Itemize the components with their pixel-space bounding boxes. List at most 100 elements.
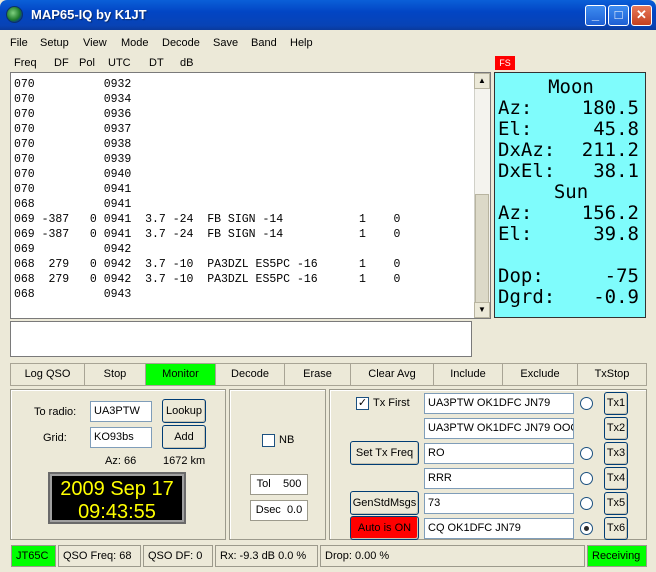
sun-heading: Sun <box>553 181 589 203</box>
menu-decode[interactable]: Decode <box>162 37 200 49</box>
moon-dxel-label: DxEl: <box>498 160 556 182</box>
menu-view[interactable]: View <box>83 37 107 49</box>
moon-dxaz-value: 211.2 <box>581 139 639 161</box>
dsec-value: 0.0 <box>286 504 303 516</box>
status-mode: JT65C <box>11 545 56 567</box>
tx3-button[interactable]: Tx3 <box>604 442 628 465</box>
status-drop: Drop: 0.00 % <box>320 545 585 567</box>
decoded-line: 070 0941 <box>14 183 132 196</box>
tol-value: 500 <box>282 478 302 490</box>
txstop-button[interactable]: TxStop <box>577 363 647 386</box>
tx1-message-input[interactable]: UA3PTW OK1DFC JN79 <box>424 393 574 414</box>
scroll-up-arrow-icon[interactable]: ▲ <box>474 73 490 89</box>
moon-heading: Moon <box>548 76 594 98</box>
tx5-message-input[interactable]: 73 <box>424 493 574 514</box>
to-radio-input[interactable]: UA3PTW <box>90 401 152 422</box>
maximize-button[interactable]: □ <box>608 5 629 26</box>
moon-el-value: 45.8 <box>593 118 639 140</box>
tx1-button[interactable]: Tx1 <box>604 392 628 415</box>
monitor-button[interactable]: Monitor <box>145 363 216 386</box>
scroll-down-arrow-icon[interactable]: ▼ <box>474 302 490 318</box>
tx2-message-input[interactable]: UA3PTW OK1DFC JN79 OOO <box>424 418 574 439</box>
tx3-radio[interactable] <box>580 447 593 460</box>
distance-readout: 1672 km <box>163 455 206 467</box>
log-qso-button[interactable]: Log QSO <box>10 363 85 386</box>
decoded-line: 070 0936 <box>14 108 132 121</box>
moon-az-label: Az: <box>498 97 533 119</box>
tx6-button[interactable]: Tx6 <box>604 517 628 540</box>
gen-std-msgs-button[interactable]: GenStdMsgs <box>350 491 419 515</box>
dsec-field[interactable]: Dsec 0.0 <box>250 500 308 521</box>
col-header-df: DF <box>54 57 69 69</box>
tx4-button[interactable]: Tx4 <box>604 467 628 490</box>
status-qso-freq: QSO Freq: 68 <box>58 545 141 567</box>
tx5-button[interactable]: Tx5 <box>604 492 628 515</box>
lookup-button[interactable]: Lookup <box>162 399 206 423</box>
clock-date: 2009 Sep 17 <box>60 478 174 500</box>
col-header-utc: UTC <box>108 57 131 69</box>
decoded-line: 070 0940 <box>14 168 132 181</box>
status-qso-df: QSO DF: 0 <box>143 545 213 567</box>
menu-file[interactable]: File <box>10 37 28 49</box>
tol-label: Tol <box>256 478 271 490</box>
tx4-radio[interactable] <box>580 472 593 485</box>
tx6-radio[interactable] <box>580 522 593 535</box>
sun-el-value: 39.8 <box>593 223 639 245</box>
moon-dxaz-label: DxAz: <box>498 139 556 161</box>
nb-checkbox[interactable] <box>262 434 275 447</box>
include-button[interactable]: Include <box>433 363 503 386</box>
tx6-message-input[interactable]: CQ OK1DFC JN79 <box>424 518 574 539</box>
status-rx: Rx: -9.3 dB 0.0 % <box>215 545 318 567</box>
decoded-line: 069 -387 0 0941 3.7 -24 FB SIGN -14 1 0 <box>14 228 401 241</box>
utc-clock-display: 2009 Sep 17 09:43:55 <box>48 472 186 524</box>
menu-help[interactable]: Help <box>290 37 313 49</box>
col-header-db: dB <box>180 57 194 69</box>
exclude-button[interactable]: Exclude <box>502 363 578 386</box>
moon-dxel-value: 38.1 <box>593 160 639 182</box>
erase-button[interactable]: Erase <box>284 363 351 386</box>
dsec-label: Dsec <box>255 504 281 516</box>
tx2-button[interactable]: Tx2 <box>604 417 628 440</box>
tol-field[interactable]: Tol 500 <box>250 474 308 495</box>
tx3-message-input[interactable]: RO <box>424 443 574 464</box>
decoded-line: 070 0939 <box>14 153 132 166</box>
menu-mode[interactable]: Mode <box>121 37 149 49</box>
tx5-radio[interactable] <box>580 497 593 510</box>
sun-az-value: 156.2 <box>581 202 639 224</box>
tx1-radio[interactable] <box>580 397 593 410</box>
message-text-box[interactable] <box>10 321 472 357</box>
decoded-line: 070 0937 <box>14 123 132 136</box>
auto-is-on-button[interactable]: Auto is ON <box>350 516 419 540</box>
menu-band[interactable]: Band <box>251 37 277 49</box>
stop-button[interactable]: Stop <box>84 363 146 386</box>
dop-value: -75 <box>604 265 639 287</box>
close-button[interactable]: ✕ <box>631 5 652 26</box>
minimize-button[interactable]: _ <box>585 5 606 26</box>
azimuth-readout: Az: 66 <box>105 455 137 467</box>
sun-az-label: Az: <box>498 202 533 224</box>
scroll-thumb[interactable] <box>475 194 489 304</box>
fs-badge[interactable]: FS <box>495 56 515 70</box>
col-header-pol: Pol <box>79 57 95 69</box>
moon-az-value: 180.5 <box>581 97 639 119</box>
set-tx-freq-button[interactable]: Set Tx Freq <box>350 441 419 465</box>
menu-save[interactable]: Save <box>213 37 238 49</box>
tx-first-checkbox[interactable]: ✓ <box>356 397 369 410</box>
app-globe-icon <box>6 6 23 23</box>
add-button[interactable]: Add <box>162 425 206 449</box>
tx4-message-input[interactable]: RRR <box>424 468 574 489</box>
decoded-line: 070 0938 <box>14 138 132 151</box>
dop-label: Dop: <box>498 265 544 287</box>
dgrd-label: Dgrd: <box>498 286 556 308</box>
col-header-freq: Freq <box>14 57 37 69</box>
decoded-line: 068 279 0 0942 3.7 -10 PA3DZL ES5PC -16 … <box>14 273 401 286</box>
menu-bar: File Setup View Mode Decode Save Band He… <box>0 32 656 54</box>
title-bar: MAP65-IQ by K1JT _ □ ✕ <box>0 0 656 30</box>
clear-avg-button[interactable]: Clear Avg <box>350 363 434 386</box>
sun-el-label: El: <box>498 223 533 245</box>
decode-button[interactable]: Decode <box>215 363 285 386</box>
menu-setup[interactable]: Setup <box>40 37 69 49</box>
decoded-line: 069 -387 0 0941 3.7 -24 FB SIGN -14 1 0 <box>14 213 401 226</box>
grid-input[interactable]: KO93bs <box>90 427 152 448</box>
decoded-text-area[interactable]: 070 0932 070 0934 070 0936 070 0937 070 … <box>10 72 491 319</box>
